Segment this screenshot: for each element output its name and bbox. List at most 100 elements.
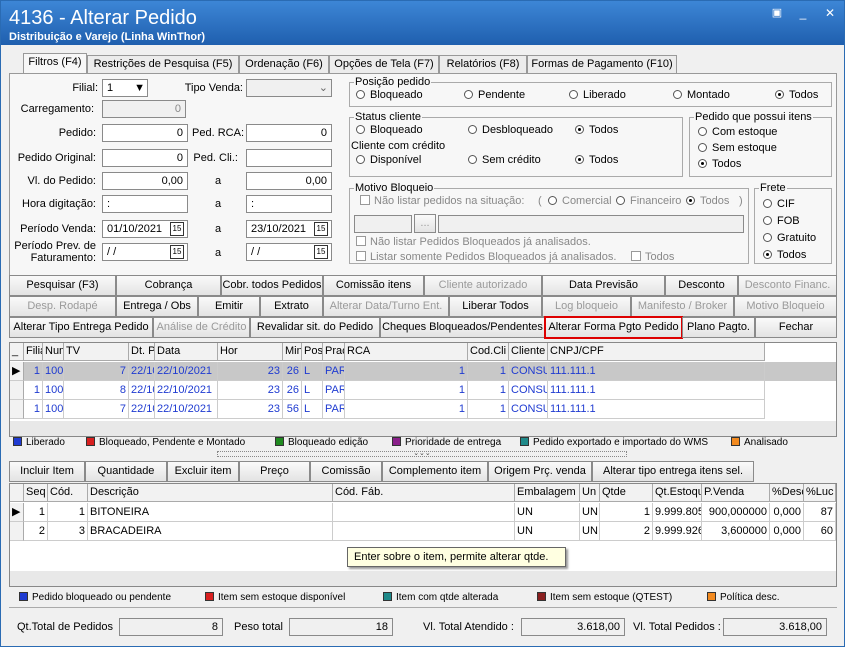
column-header[interactable]: _ xyxy=(10,343,24,361)
listar-somente-analisados-checkbox[interactable]: Listar somente Pedidos Bloqueados já ana… xyxy=(356,251,616,263)
horizontal-scrollbar[interactable] xyxy=(10,421,836,436)
column-header[interactable]: Hor xyxy=(218,343,283,361)
minimize-icon[interactable]: _ xyxy=(794,6,812,20)
motivo-bloqueio-button[interactable]: Motivo Bloqueio xyxy=(734,296,837,317)
liberar-todos-button[interactable]: Liberar Todos xyxy=(449,296,542,317)
table-row[interactable]: ▶ 1 1 BITONEIRA UN UN 1 9.999.805 900,000000 0,00… xyxy=(10,503,836,522)
radio-sem-estoque[interactable]: Sem estoque xyxy=(698,142,777,154)
radio-pendente[interactable]: Pendente xyxy=(464,89,525,101)
origem-prc-venda-button[interactable]: Origem Prç. venda xyxy=(488,461,592,482)
column-header[interactable]: Pos xyxy=(302,343,323,361)
tab-formas-pagamento[interactable]: Formas de Pagamento (F10) xyxy=(527,55,677,74)
table-row[interactable]: 11000246822/10/202122/10/20212326LPARAME… xyxy=(10,381,836,400)
ped-cli-field[interactable] xyxy=(246,149,332,167)
entrega-obs-button[interactable]: Entrega / Obs xyxy=(116,296,198,317)
table-row[interactable]: 2 3 BRACADEIRA UN UN 2 9.999.926 3,600000 0,000 6… xyxy=(10,522,836,541)
calendar-icon[interactable]: 15 xyxy=(314,245,328,259)
tipo-venda-select[interactable]: ⌄ xyxy=(246,79,332,97)
revalidar-sit-do-pedido-button[interactable]: Revalidar sit. do Pedido xyxy=(250,317,380,338)
analise-de-credito-button[interactable]: Análise de Crédito xyxy=(153,317,250,338)
pedido-original-field[interactable]: 0 xyxy=(102,149,188,167)
desp-rodape-button[interactable]: Desp. Rodapé xyxy=(9,296,116,317)
quantidade-button[interactable]: Quantidade xyxy=(85,461,167,482)
comissao-itens-button[interactable]: Comissão itens xyxy=(323,275,424,296)
column-header[interactable]: Cód. Fáb. xyxy=(333,484,515,502)
desconto-financ-button[interactable]: Desconto Financ. xyxy=(738,275,837,296)
desconto-button[interactable]: Desconto xyxy=(665,275,738,296)
calendar-icon[interactable]: 15 xyxy=(170,222,184,236)
alterar-tipo-entrega-pedido-button[interactable]: Alterar Tipo Entrega Pedido xyxy=(9,317,153,338)
radio-todos[interactable]: Todos xyxy=(763,249,806,261)
tab-ordenacao[interactable]: Ordenação (F6) xyxy=(239,55,329,74)
column-header[interactable]: Cod.Cli xyxy=(468,343,509,361)
table-row[interactable]: 11000247722/10/202122/10/20212356LPARAME… xyxy=(10,400,836,419)
column-header[interactable]: TV xyxy=(64,343,129,361)
close-icon[interactable]: ✕ xyxy=(821,6,839,20)
log-bloqueio-button[interactable]: Log bloqueio xyxy=(542,296,631,317)
radio-desbloqueado[interactable]: Desbloqueado xyxy=(468,124,553,136)
column-header[interactable]: Cód. xyxy=(48,484,88,502)
column-header[interactable]: Data xyxy=(155,343,218,361)
column-header[interactable]: Descrição xyxy=(88,484,333,502)
tab-relatorios[interactable]: Relatórios (F8) xyxy=(439,55,527,74)
radio-montado[interactable]: Montado xyxy=(673,89,730,101)
radio-todos[interactable]: Todos xyxy=(698,158,741,170)
table-row[interactable]: ▶11000245722/10/202122/10/20212326LPARAM… xyxy=(10,362,836,381)
pesquisar-f3-button[interactable]: Pesquisar (F3) xyxy=(9,275,116,296)
manifesto-broker-button[interactable]: Manifesto / Broker xyxy=(631,296,734,317)
preco-button[interactable]: Preço xyxy=(239,461,310,482)
radio-bloqueado[interactable]: Bloqueado xyxy=(356,124,423,136)
vl-pedido-from-field[interactable]: 0,00 xyxy=(102,172,188,190)
column-header[interactable]: Dt. Prev. Fa xyxy=(129,343,155,361)
radio-comercial[interactable]: Comercial xyxy=(548,195,612,207)
radio-gratuito[interactable]: Gratuito xyxy=(763,232,816,244)
column-header[interactable]: Qtde xyxy=(600,484,653,502)
hora-to-field[interactable]: : xyxy=(246,195,332,213)
radio-liberado[interactable]: Liberado xyxy=(569,89,626,101)
column-header[interactable]: Seq xyxy=(24,484,48,502)
tab-filtros[interactable]: Filtros (F4) xyxy=(23,53,87,75)
tab-opcoes-tela[interactable]: Opções de Tela (F7) xyxy=(329,55,439,74)
lookup-button[interactable]: ... xyxy=(414,214,436,233)
radio-disponivel[interactable]: Disponível xyxy=(356,154,421,166)
splitter-handle[interactable]: ⌄⌄⌄ xyxy=(217,450,627,457)
radio-cif[interactable]: CIF xyxy=(763,198,795,210)
column-header[interactable]: Num.Pedido xyxy=(43,343,64,361)
radio-todos[interactable]: Todos xyxy=(575,124,618,136)
motivo-desc-field[interactable] xyxy=(438,215,744,233)
column-header[interactable]: Filia xyxy=(24,343,43,361)
alterar-forma-pgto-pedido-button[interactable]: Alterar Forma Pgto Pedido xyxy=(544,316,683,339)
column-header[interactable]: Un xyxy=(580,484,600,502)
radio-sem-credito[interactable]: Sem crédito xyxy=(468,154,541,166)
hora-from-field[interactable]: : xyxy=(102,195,188,213)
cobranca-button[interactable]: Cobrança xyxy=(116,275,221,296)
column-header[interactable]: CNPJ/CPF xyxy=(548,343,765,361)
column-header[interactable]: Min xyxy=(283,343,302,361)
column-header[interactable]: Cliente xyxy=(509,343,548,361)
comissao-button[interactable]: Comissão xyxy=(310,461,382,482)
complemento-item-button[interactable]: Complemento item xyxy=(382,461,488,482)
data-previsao-button[interactable]: Data Previsão xyxy=(542,275,665,296)
column-header[interactable]: Qt.Estoque xyxy=(653,484,702,502)
todos-checkbox[interactable]: Todos xyxy=(631,251,674,263)
cobr-todos-pedidos-button[interactable]: Cobr. todos Pedidos xyxy=(221,275,323,296)
column-header[interactable]: Embalagem xyxy=(515,484,580,502)
column-header[interactable]: %Desc xyxy=(770,484,804,502)
radio-com-estoque[interactable]: Com estoque xyxy=(698,126,777,138)
extrato-button[interactable]: Extrato xyxy=(260,296,323,317)
radio-fob[interactable]: FOB xyxy=(763,215,800,227)
tab-restricoes[interactable]: Restrições de Pesquisa (F5) xyxy=(87,55,239,74)
radio-todos[interactable]: Todos xyxy=(575,154,618,166)
column-header[interactable]: RCA xyxy=(345,343,468,361)
motivo-code-field[interactable] xyxy=(354,215,412,233)
column-header[interactable] xyxy=(10,484,24,502)
pedido-field[interactable]: 0 xyxy=(102,124,188,142)
fechar-button[interactable]: Fechar xyxy=(755,317,837,338)
alterar-tipo-entrega-itens-sel-button[interactable]: Alterar tipo entrega itens sel. xyxy=(592,461,754,482)
horizontal-scrollbar[interactable] xyxy=(10,571,836,586)
calendar-icon[interactable]: 15 xyxy=(314,222,328,236)
cheques-bloqueados-pendentes-button[interactable]: Cheques Bloqueados/Pendentes xyxy=(380,317,545,338)
radio-todos[interactable]: Todos xyxy=(775,89,818,101)
radio-bloqueado[interactable]: Bloqueado xyxy=(356,89,423,101)
vl-pedido-to-field[interactable]: 0,00 xyxy=(246,172,332,190)
